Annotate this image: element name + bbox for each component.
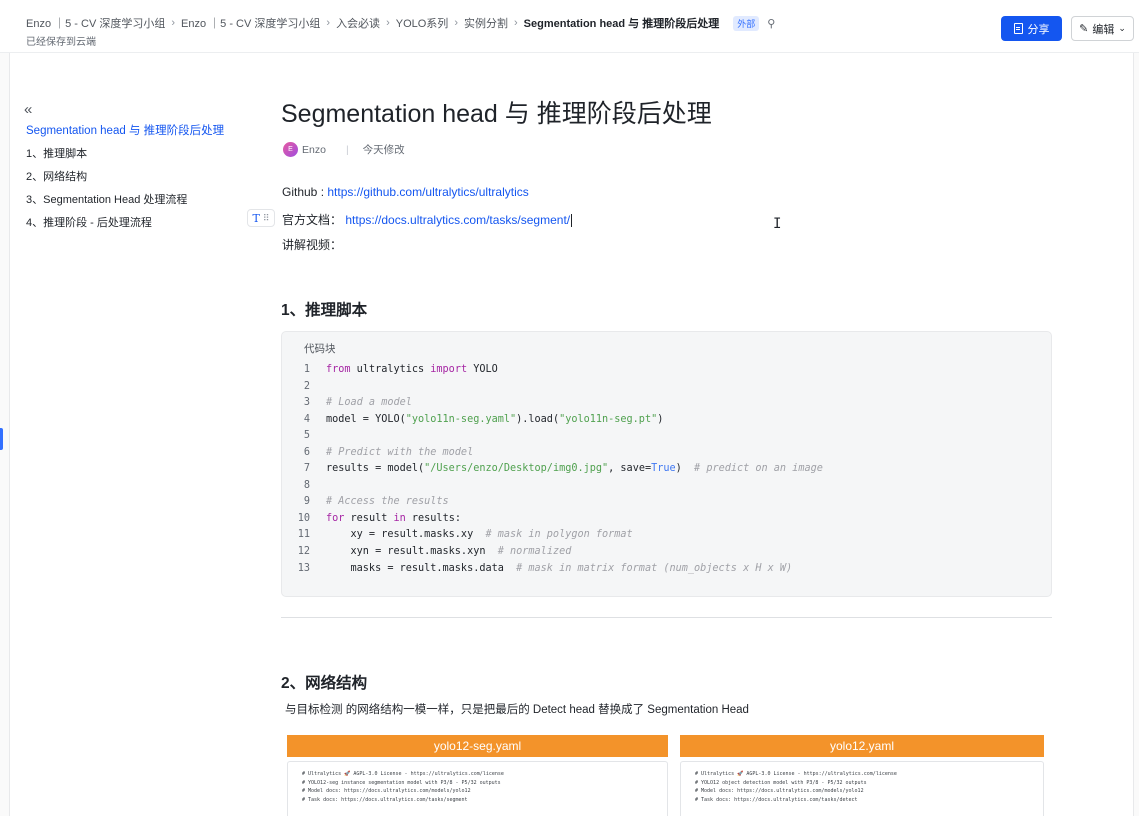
video-label: 讲解视频：	[282, 238, 343, 252]
docs-link[interactable]: https://docs.ultralytics.com/tasks/segme…	[345, 213, 570, 227]
breadcrumb-current: Segmentation head 与 推理阶段后处理	[523, 18, 720, 30]
avatar[interactable]: E	[283, 142, 298, 157]
text-caret	[571, 214, 573, 228]
code-lines: 1 from ultralytics import YOLO 2 3 # Load …	[282, 362, 823, 577]
text-cursor-icon: I	[773, 216, 782, 232]
code-line: 8	[303, 479, 310, 491]
share-button-label: 分享	[1027, 23, 1050, 36]
code-line: 4 model = YOLO("yolo11n-seg.yaml").load("…	[303, 413, 664, 425]
external-badge: 外部	[733, 15, 760, 31]
breadcrumb-item[interactable]: Enzo ｜5 - CV 深度学习小组	[26, 15, 165, 31]
code-line: 3 # Load a model	[303, 397, 412, 409]
divider	[281, 617, 1052, 618]
left-edge-indicator[interactable]	[0, 428, 3, 450]
image-content: # Ultralytics 🚀 AGPL-3.0 License - https…	[680, 761, 1044, 816]
docs-line[interactable]: 官方文档： https://docs.ultralytics.com/tasks…	[282, 211, 573, 228]
pin-icon[interactable]: ⚲	[767, 17, 775, 30]
share-button[interactable]: 分享	[1001, 16, 1062, 41]
toc-item-1[interactable]: 1、推理脚本	[26, 147, 246, 170]
breadcrumb-item[interactable]: YOLO系列	[396, 15, 449, 31]
code-line: 7 results = model("/Users/enzo/Desktop/im…	[303, 463, 823, 475]
code-block[interactable]: 代码块 1 from ultralytics import YOLO 2 3 # L…	[281, 331, 1052, 597]
code-line: 5	[303, 430, 310, 442]
save-status: 已经保存到云端	[26, 37, 96, 48]
doc-meta: E Enzo | 今天修改	[283, 142, 405, 157]
chevron-right-icon: ›	[386, 17, 390, 29]
breadcrumb-item[interactable]: Enzo ｜5 - CV 深度学习小组	[181, 15, 320, 31]
image-yolo12[interactable]: yolo12.yaml # Ultralytics 🚀 AGPL-3.0 Lic…	[680, 735, 1044, 816]
modified-time: 今天修改	[362, 144, 405, 156]
image-yolo12-seg[interactable]: yolo12-seg.yaml # Ultralytics 🚀 AGPL-3.0…	[287, 735, 668, 816]
chevron-right-icon: ›	[454, 17, 458, 29]
code-block-label: 代码块	[304, 343, 336, 355]
toc-item-3[interactable]: 3、Segmentation Head 处理流程	[26, 193, 246, 216]
heading-section-1: 1、推理脚本	[281, 302, 368, 319]
code-line: 11 xy = result.masks.xy # mask in polygo…	[297, 529, 633, 541]
chevron-right-icon: ›	[513, 17, 518, 29]
breadcrumb: Enzo ｜5 - CV 深度学习小组 › Enzo ｜5 - CV 深度学习小…	[26, 15, 775, 31]
code-line: 6 # Predict with the model	[303, 446, 474, 458]
author-name[interactable]: Enzo	[302, 144, 326, 156]
collapse-toc-icon[interactable]: «	[24, 101, 32, 118]
page-title: Segmentation head 与 推理阶段后处理	[281, 100, 712, 128]
table-of-contents: Segmentation head 与 推理阶段后处理 1、推理脚本 2、网络结…	[26, 124, 246, 239]
scrollbar[interactable]	[1133, 53, 1139, 816]
image-title: yolo12.yaml	[680, 735, 1044, 757]
block-handle[interactable]: T ⠿	[247, 209, 275, 227]
edit-button-label: 编辑	[1092, 23, 1115, 36]
github-label: Github :	[282, 185, 328, 199]
code-line: 1 from ultralytics import YOLO	[303, 364, 498, 375]
pencil-icon: ✎	[1079, 23, 1089, 35]
code-line: 10 for result in results:	[297, 512, 461, 524]
heading-section-2: 2、网络结构	[281, 675, 368, 692]
toc-item-4[interactable]: 4、推理阶段 - 后处理流程	[26, 216, 246, 239]
chevron-right-icon: ›	[171, 17, 176, 29]
code-line: 12 xyn = result.masks.xyn # normalized	[297, 546, 572, 558]
chevron-right-icon: ›	[326, 17, 331, 29]
toc-item-2[interactable]: 2、网络结构	[26, 170, 246, 193]
text-type-icon: T	[252, 211, 260, 225]
meta-divider: |	[345, 143, 349, 156]
top-bar: Enzo ｜5 - CV 深度学习小组 › Enzo ｜5 - CV 深度学习小…	[0, 0, 1139, 53]
docs-label: 官方文档：	[282, 213, 343, 227]
github-line: Github : https://github.com/ultralytics/…	[282, 185, 529, 199]
share-icon	[1013, 23, 1023, 34]
image-content: # Ultralytics 🚀 AGPL-3.0 License - https…	[287, 761, 668, 816]
code-line: 13 masks = result.masks.data # mask in m…	[297, 562, 793, 574]
breadcrumb-item[interactable]: 实例分割	[464, 15, 508, 31]
code-line: 2	[303, 380, 310, 392]
drag-handle-icon: ⠿	[262, 212, 270, 223]
breadcrumb-item[interactable]: 入会必读	[336, 15, 380, 31]
edit-button[interactable]: ✎ 编辑 ⌄	[1071, 16, 1134, 41]
toc-item-title[interactable]: Segmentation head 与 推理阶段后处理	[26, 124, 246, 147]
image-title: yolo12-seg.yaml	[287, 735, 668, 757]
code-line: 9 # Access the results	[303, 496, 449, 508]
chevron-down-icon: ⌄	[1118, 23, 1126, 33]
github-link[interactable]: https://github.com/ultralytics/ultralyti…	[327, 185, 528, 199]
section-2-description: 与目标检测 的网络结构一模一样，只是把最后的 Detect head 替换成了 …	[285, 704, 749, 716]
